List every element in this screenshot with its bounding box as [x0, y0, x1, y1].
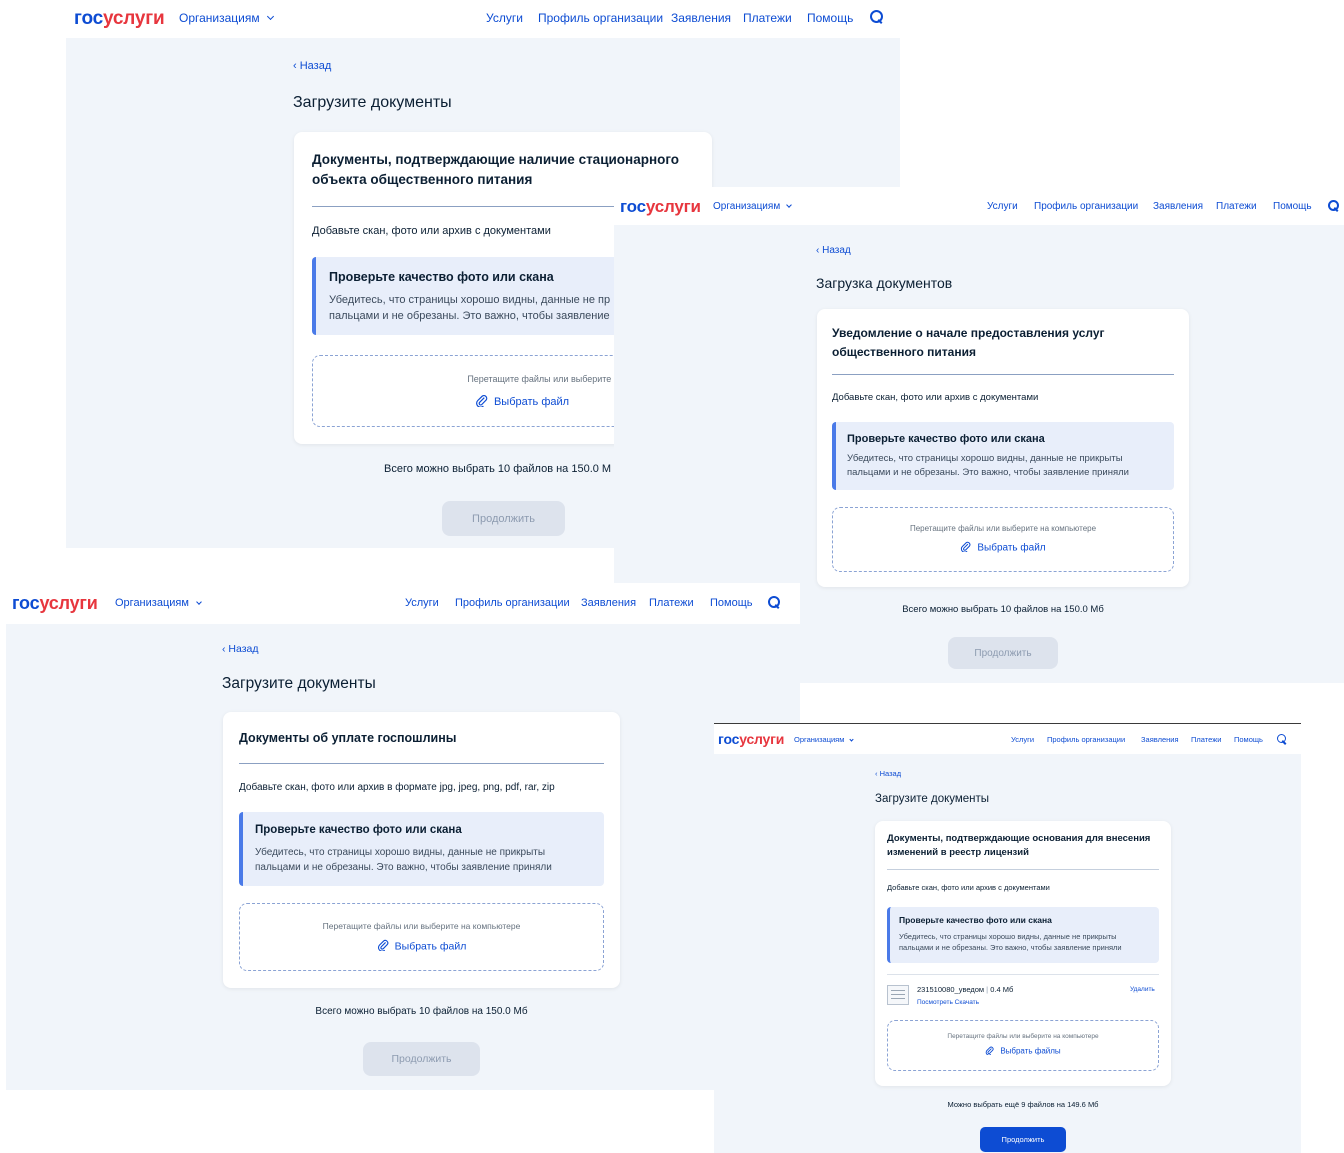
gosuslugi-logo[interactable]: госуслуги — [718, 731, 784, 747]
continue-button[interactable]: Продолжить — [948, 637, 1058, 669]
search-icon[interactable] — [870, 10, 883, 23]
divider — [887, 974, 1159, 975]
nav-org-profile[interactable]: Профиль организации — [1034, 201, 1138, 212]
back-link[interactable]: ‹ Назад — [293, 60, 331, 72]
nav-help[interactable]: Помощь — [1273, 201, 1312, 212]
warning-text: Убедитесь, что страницы хорошо видны, да… — [329, 294, 611, 322]
paperclip-icon — [377, 939, 389, 954]
continue-button[interactable]: Продолжить — [980, 1127, 1066, 1152]
back-link[interactable]: ‹ Назад — [875, 769, 901, 778]
nav-applications[interactable]: Заявления — [1153, 201, 1203, 212]
warning-title: Проверьте качество фото или скана — [847, 433, 1045, 445]
back-link[interactable]: ‹ Назад — [816, 245, 851, 256]
nav-services[interactable]: Услуги — [987, 201, 1018, 212]
search-icon[interactable] — [1277, 734, 1286, 743]
file-name: 231510080_уведом | 0.4 Мб — [917, 985, 1014, 994]
site-header: госуслуги Организациям Услуги Профиль ор… — [6, 583, 800, 624]
warning-title: Проверьте качество фото или скана — [329, 270, 554, 284]
nav-payments[interactable]: Платежи — [649, 597, 694, 609]
limit-text: Всего можно выбрать 10 файлов на 150.0 М… — [315, 1006, 528, 1017]
warning-text: Убедитесь, что страницы хорошо видны, да… — [847, 453, 1129, 478]
page-title: Загрузка документов — [816, 275, 953, 291]
nav-services[interactable]: Услуги — [486, 11, 523, 25]
gosuslugi-logo[interactable]: госуслуги — [74, 8, 165, 30]
warning-text: Убедитесь, что страницы хорошо видны, да… — [255, 847, 552, 873]
quality-warning: Проверьте качество фото или скана Убедит… — [832, 422, 1174, 490]
nav-services[interactable]: Услуги — [1011, 735, 1034, 744]
org-menu[interactable]: Организациям — [713, 201, 792, 212]
file-view-link[interactable]: Посмотреть — [917, 999, 953, 1006]
site-header: госуслуги Организациям Услуги Профиль ор… — [714, 724, 1301, 754]
upload-card: Документы об уплате госпошлины Добавьте … — [223, 712, 620, 988]
choose-files-button[interactable]: Выбрать файлы — [888, 1046, 1158, 1057]
nav-payments[interactable]: Платежи — [1216, 201, 1257, 212]
org-menu[interactable]: Организациям — [794, 735, 855, 744]
page-title: Загрузите документы — [875, 793, 990, 805]
format-hint: Добавьте скан, фото или архив с документ… — [887, 883, 1050, 892]
format-hint: Добавьте скан, фото или архив с документ… — [832, 392, 1039, 403]
card-title: Документы, подтверждающие основания для … — [887, 833, 1151, 858]
nav-applications[interactable]: Заявления — [581, 597, 636, 609]
file-thumbnail-icon — [887, 985, 909, 1005]
choose-file-button[interactable]: Выбрать файл — [833, 541, 1173, 555]
search-icon[interactable] — [1328, 200, 1339, 211]
upload-card: Документы, подтверждающие основания для … — [875, 821, 1171, 1086]
site-header: госуслуги Организациям Услуги Профиль ор… — [614, 187, 1344, 225]
nav-help[interactable]: Помощь — [710, 597, 753, 609]
nav-applications[interactable]: Заявления — [1141, 735, 1179, 744]
choose-file-button[interactable]: Выбрать файл — [240, 939, 603, 954]
card-title: Уведомление о начале предоставления услу… — [832, 326, 1105, 359]
warning-title: Проверьте качество фото или скана — [899, 915, 1052, 925]
paperclip-icon — [960, 541, 971, 555]
org-menu[interactable]: Организациям — [115, 597, 202, 609]
warning-title: Проверьте качество фото или скана — [255, 824, 462, 836]
drop-hint: Перетащите файлы или выберите на компьют… — [909, 524, 1097, 533]
org-menu[interactable]: Организациям — [179, 11, 275, 25]
format-hint: Добавьте скан, фото или архив в формате … — [239, 782, 555, 793]
card-title: Документы об уплате госпошлины — [239, 731, 457, 745]
nav-help[interactable]: Помощь — [807, 11, 853, 25]
upload-card: Уведомление о начале предоставления услу… — [817, 309, 1189, 587]
file-actions: Посмотреть Скачать — [917, 999, 979, 1006]
limit-text: Всего можно выбрать 10 файлов на 150.0 М… — [902, 604, 1104, 615]
nav-org-profile[interactable]: Профиль организации — [538, 11, 663, 25]
file-download-link[interactable]: Скачать — [955, 999, 979, 1006]
page-title: Загрузите документы — [222, 675, 376, 692]
screenshot-4: госуслуги Организациям Услуги Профиль ор… — [714, 723, 1301, 1153]
paperclip-icon — [475, 394, 488, 410]
file-dropzone[interactable]: Перетащите файлы или выберите на компьют… — [239, 903, 604, 971]
card-title: Документы, подтверждающие наличие стацио… — [312, 152, 680, 187]
gosuslugi-logo[interactable]: госуслуги — [12, 593, 98, 614]
gosuslugi-logo[interactable]: госуслуги — [620, 197, 701, 217]
nav-org-profile[interactable]: Профиль организации — [455, 597, 570, 609]
file-dropzone[interactable]: Перетащите файлы или выберите на компьют… — [832, 507, 1174, 572]
continue-button[interactable]: Продолжить — [363, 1042, 480, 1076]
limit-text: Можно выбрать ещё 9 файлов на 149.6 Мб — [947, 1100, 1099, 1109]
nav-payments[interactable]: Платежи — [1191, 735, 1221, 744]
search-icon[interactable] — [768, 596, 780, 608]
divider — [239, 763, 604, 764]
file-delete-link[interactable]: Удалить — [1130, 986, 1155, 993]
back-link[interactable]: ‹ Назад — [222, 643, 259, 655]
limit-text: Всего можно выбрать 10 файлов на 150.0 М — [384, 463, 612, 475]
format-hint: Добавьте скан, фото или архив с документ… — [312, 225, 551, 237]
drop-hint: Перетащите файлы или выберите на компьют… — [322, 921, 521, 931]
nav-org-profile[interactable]: Профиль организации — [1047, 735, 1125, 744]
site-header: госуслуги Организациям Услуги Профиль ор… — [66, 0, 900, 38]
quality-warning: Проверьте качество фото или скана Убедит… — [239, 812, 604, 886]
nav-help[interactable]: Помощь — [1234, 735, 1263, 744]
paperclip-icon — [985, 1046, 994, 1057]
nav-services[interactable]: Услуги — [405, 597, 439, 609]
file-dropzone[interactable]: Перетащите файлы или выберите на компьют… — [887, 1020, 1159, 1071]
divider — [887, 869, 1159, 870]
quality-warning: Проверьте качество фото или скана Убедит… — [887, 907, 1159, 963]
divider — [832, 374, 1174, 375]
nav-payments[interactable]: Платежи — [743, 11, 792, 25]
drop-hint: Перетащите файлы или выберите на компьют… — [947, 1033, 1099, 1040]
page-title: Загрузите документы — [293, 94, 452, 111]
nav-applications[interactable]: Заявления — [671, 11, 731, 25]
continue-button[interactable]: Продолжить — [442, 501, 565, 536]
screenshot-3: госуслуги Организациям Услуги Профиль ор… — [6, 583, 800, 1090]
warning-text: Убедитесь, что страницы хорошо видны, да… — [899, 932, 1122, 952]
